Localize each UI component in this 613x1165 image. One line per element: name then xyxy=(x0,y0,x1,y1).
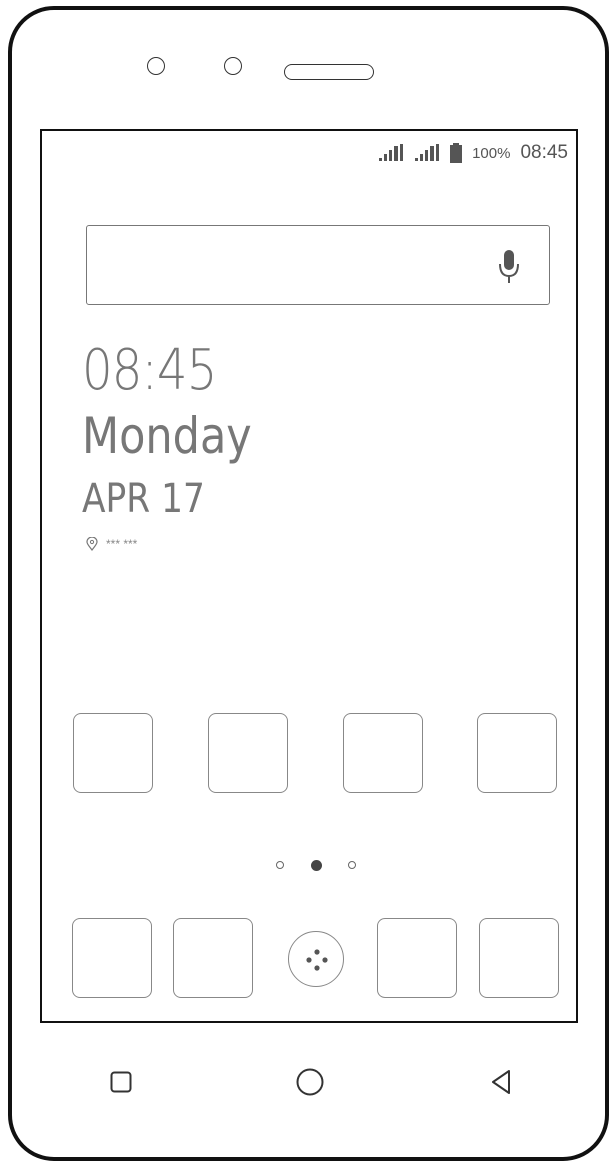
app-drawer-button[interactable] xyxy=(288,931,344,987)
home-circle-icon[interactable] xyxy=(296,1068,324,1096)
page-dot-1[interactable] xyxy=(276,861,284,869)
app-icon-1[interactable] xyxy=(73,713,153,793)
battery-icon xyxy=(450,143,463,163)
location-pin-icon xyxy=(86,537,98,551)
phone-screen: 100% 08:45 08:45 Monday APR 17 *** *** xyxy=(40,129,578,1023)
recents-square-icon[interactable] xyxy=(110,1071,132,1093)
search-bar[interactable] xyxy=(86,225,550,305)
page-dot-2-active[interactable] xyxy=(310,859,322,871)
app-icon-3[interactable] xyxy=(343,713,423,793)
front-camera xyxy=(147,57,165,75)
app-icon-4[interactable] xyxy=(477,713,557,793)
signal-icon xyxy=(379,144,404,161)
page-indicator[interactable] xyxy=(276,858,356,872)
signal-icon-2 xyxy=(415,144,440,161)
dock-app-2[interactable] xyxy=(173,918,253,998)
app-icon-2[interactable] xyxy=(208,713,288,793)
clock-weekday: Monday xyxy=(82,407,252,465)
location-text: *** *** xyxy=(106,537,138,551)
page-dot-3[interactable] xyxy=(348,861,356,869)
dock-app-3[interactable] xyxy=(377,918,457,998)
dock-app-1[interactable] xyxy=(72,918,152,998)
app-drawer-icon xyxy=(306,949,328,971)
earpiece-speaker xyxy=(284,64,374,80)
clock-date: APR 17 xyxy=(82,476,205,522)
clock-time: 08:45 xyxy=(82,338,217,403)
location-row: *** *** xyxy=(86,537,137,551)
back-triangle-icon[interactable] xyxy=(490,1069,512,1095)
mic-icon[interactable] xyxy=(499,250,519,284)
status-bar: 100% 08:45 xyxy=(378,141,568,165)
battery-percent: 100% xyxy=(472,144,511,162)
dock-app-4[interactable] xyxy=(479,918,559,998)
status-time: 08:45 xyxy=(520,142,568,163)
sensor xyxy=(224,57,242,75)
